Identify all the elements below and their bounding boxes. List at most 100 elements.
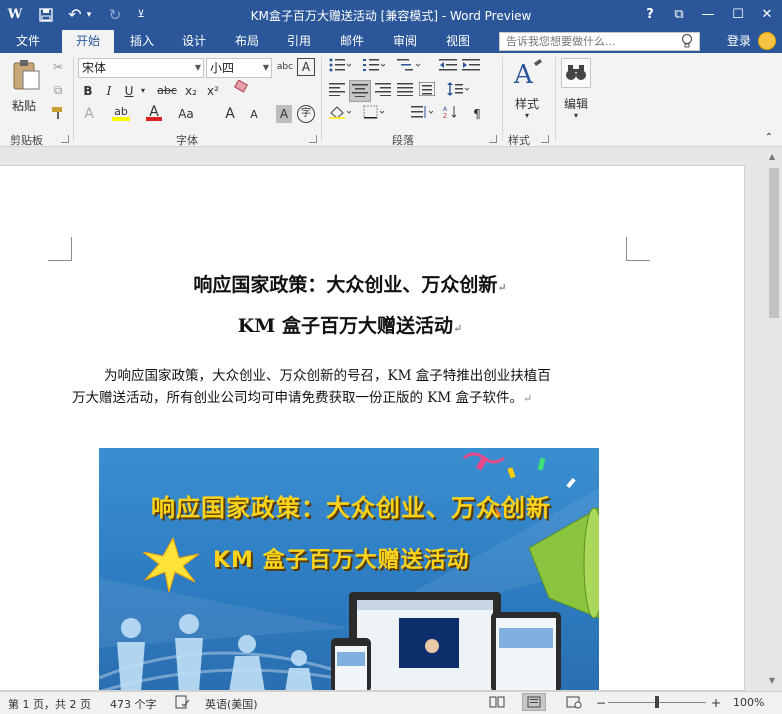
tab-references[interactable]: 引用 bbox=[277, 30, 321, 53]
language-indicator[interactable]: 英语(美国) bbox=[205, 696, 258, 712]
copy-icon[interactable]: ⧉ bbox=[49, 81, 67, 99]
multilevel-list-icon[interactable] bbox=[396, 58, 422, 76]
zoom-out-button[interactable]: − bbox=[596, 696, 606, 710]
maximize-button[interactable]: ☐ bbox=[727, 4, 749, 26]
align-left-icon[interactable] bbox=[328, 82, 346, 100]
subscript-button[interactable]: x₂ bbox=[182, 82, 200, 100]
chevron-down-icon: ▾ bbox=[574, 111, 579, 120]
styles-launcher-icon[interactable] bbox=[541, 135, 549, 143]
redo-icon[interactable]: ↻ bbox=[106, 6, 124, 24]
clipboard-launcher-icon[interactable] bbox=[61, 135, 69, 143]
undo-icon[interactable]: ↶ bbox=[66, 6, 84, 24]
cut-icon[interactable]: ✂ bbox=[49, 58, 67, 76]
distributed-icon[interactable] bbox=[418, 81, 436, 100]
title-bar: W ↶ ▾ ↻ ⊻ KM盒子百万大赠送活动 [兼容模式] - Word Prev… bbox=[0, 0, 782, 30]
proofing-icon[interactable] bbox=[174, 694, 190, 713]
collapse-ribbon-icon[interactable]: ⌃ bbox=[762, 129, 776, 147]
paragraph-group-label: 段落 bbox=[392, 134, 414, 147]
align-center-button[interactable] bbox=[349, 80, 371, 102]
tab-view[interactable]: 视图 bbox=[436, 30, 480, 53]
editing-button[interactable]: 编辑 ▾ bbox=[558, 57, 596, 127]
justify-icon[interactable] bbox=[396, 82, 414, 100]
tab-file[interactable]: 文件 bbox=[4, 30, 52, 53]
font-size-combobox[interactable]: 小四 ▼ bbox=[206, 58, 272, 78]
tab-mailings[interactable]: 邮件 bbox=[330, 30, 374, 53]
borders-icon[interactable] bbox=[362, 105, 386, 123]
clipboard-group-label: 剪贴板 bbox=[10, 134, 43, 147]
sort-icon[interactable]: AZ bbox=[442, 105, 464, 123]
user-smiley-icon[interactable] bbox=[758, 32, 776, 50]
superscript-button[interactable]: x² bbox=[204, 82, 222, 100]
strikethrough-button[interactable]: abc bbox=[156, 82, 178, 100]
help-button[interactable]: ? bbox=[639, 4, 661, 26]
svg-text:Z: Z bbox=[443, 113, 447, 119]
tab-review[interactable]: 审阅 bbox=[383, 30, 427, 53]
shrink-font-icon[interactable]: A bbox=[246, 106, 262, 124]
vertical-scrollbar[interactable]: ▲ ▼ bbox=[766, 148, 782, 691]
tab-home[interactable]: 开始 bbox=[62, 30, 114, 53]
italic-button[interactable]: I bbox=[101, 82, 117, 100]
paragraph-launcher-icon[interactable] bbox=[489, 135, 497, 143]
phonetic-guide-icon[interactable]: abc bbox=[276, 58, 294, 76]
body-paragraph-line-1: 为响应国家政策，大众创业、万众创新的号召，KM 盒子特推出创业扶植百 bbox=[104, 368, 551, 384]
scroll-up-icon[interactable]: ▲ bbox=[769, 152, 775, 161]
paste-button[interactable]: 粘贴 bbox=[8, 59, 44, 117]
font-color-icon[interactable]: A bbox=[146, 103, 162, 121]
scroll-down-icon[interactable]: ▼ bbox=[769, 676, 775, 685]
close-button[interactable]: ✕ bbox=[756, 4, 778, 26]
font-launcher-icon[interactable] bbox=[309, 135, 317, 143]
text-effects-icon[interactable]: A bbox=[80, 105, 98, 123]
svg-text:A: A bbox=[513, 60, 534, 89]
word-count[interactable]: 473 个字 bbox=[110, 696, 157, 712]
character-border-icon[interactable]: A bbox=[297, 58, 315, 76]
styles-button[interactable]: A 样式 ▾ bbox=[508, 57, 548, 129]
underline-button[interactable]: U bbox=[121, 82, 137, 100]
heading-line-1-text: 响应国家政策：大众创业、万众创新 bbox=[193, 274, 498, 296]
bullets-icon[interactable] bbox=[328, 58, 352, 76]
bold-button[interactable]: B bbox=[80, 82, 96, 100]
chevron-down-icon[interactable]: ▾ bbox=[139, 82, 147, 100]
minimize-button[interactable]: — bbox=[697, 4, 719, 26]
enclose-character-icon[interactable]: 字 bbox=[297, 105, 315, 123]
decrease-indent-icon[interactable] bbox=[438, 58, 458, 76]
increase-indent-icon[interactable] bbox=[461, 58, 481, 76]
tab-insert[interactable]: 插入 bbox=[120, 30, 164, 53]
ribbon-display-options-button[interactable]: ⧉ bbox=[668, 4, 690, 26]
banner-headline-2: KM 盒子百万大赠送活动 bbox=[213, 548, 470, 573]
character-shading-icon[interactable]: A bbox=[276, 105, 292, 123]
lightbulb-icon bbox=[681, 33, 695, 50]
grow-font-icon[interactable]: A bbox=[222, 105, 238, 123]
web-layout-icon[interactable] bbox=[566, 695, 582, 712]
show-marks-icon[interactable]: ¶ bbox=[468, 105, 486, 123]
font-name-value: 宋体 bbox=[82, 61, 107, 75]
promo-banner-image[interactable]: 响应国家政策：大众创业、万众创新 KM 盒子百万大赠送活动 bbox=[99, 448, 599, 690]
zoom-level[interactable]: 100% bbox=[733, 696, 764, 709]
change-case-icon[interactable]: Aa bbox=[176, 105, 196, 123]
line-spacing-icon[interactable] bbox=[446, 82, 470, 100]
shading-icon[interactable] bbox=[328, 105, 352, 123]
zoom-slider-thumb[interactable] bbox=[655, 696, 659, 708]
customize-quick-access-icon[interactable]: ⊻ bbox=[132, 6, 150, 24]
save-icon[interactable] bbox=[37, 6, 55, 24]
zoom-in-button[interactable]: + bbox=[711, 696, 721, 710]
tab-design[interactable]: 设计 bbox=[172, 30, 216, 53]
zoom-slider[interactable] bbox=[608, 696, 706, 708]
read-mode-icon[interactable] bbox=[489, 695, 505, 712]
document-page[interactable]: 响应国家政策：大众创业、万众创新↵ KM 盒子百万大赠送活动↵ 为响应国家政策，… bbox=[0, 165, 745, 691]
format-painter-icon[interactable] bbox=[49, 104, 67, 122]
numbering-icon[interactable] bbox=[362, 58, 386, 76]
paragraph-mark: ↵ bbox=[497, 281, 507, 294]
chinese-layout-icon[interactable] bbox=[410, 105, 434, 123]
tab-layout[interactable]: 布局 bbox=[225, 30, 269, 53]
scrollbar-thumb[interactable] bbox=[769, 168, 779, 318]
print-layout-button[interactable] bbox=[522, 693, 546, 711]
login-link[interactable]: 登录 bbox=[727, 30, 751, 53]
tell-me-search[interactable]: 告诉我您想要做什么... bbox=[499, 32, 700, 51]
clear-formatting-icon[interactable] bbox=[232, 79, 252, 98]
undo-dropdown-icon[interactable]: ▾ bbox=[84, 6, 94, 24]
font-name-combobox[interactable]: 宋体 ▼ bbox=[78, 58, 204, 78]
page-count[interactable]: 第 1 页，共 2 页 bbox=[8, 696, 91, 712]
editing-label: 编辑 bbox=[564, 97, 589, 111]
highlight-icon[interactable]: ab bbox=[112, 103, 130, 121]
align-right-icon[interactable] bbox=[374, 82, 392, 100]
